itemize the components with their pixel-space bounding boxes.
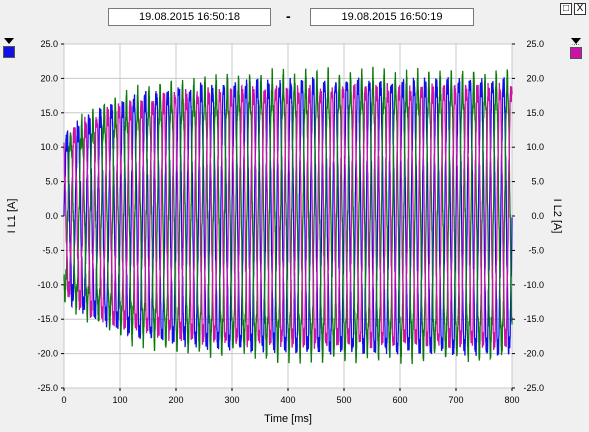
left-y-axis: 25.0 20.0 15.0 10.0 5.0 0.0 -5.0 -10.0 -15.0 -20.… bbox=[37, 39, 64, 393]
range-separator: - bbox=[286, 8, 291, 24]
left-tick-label: 0.0 bbox=[45, 211, 58, 221]
series-layer bbox=[63, 66, 513, 365]
chart: 25.0 20.0 15.0 10.0 5.0 0.0 -5.0 -10.0 -15.0 -20.… bbox=[6, 39, 563, 425]
x-tick-label: 600 bbox=[392, 395, 407, 405]
x-tick-label: 800 bbox=[504, 395, 519, 405]
right-tick-label: 15.0 bbox=[526, 108, 544, 118]
right-tick-label: 0.0 bbox=[531, 211, 544, 221]
left-tick-label: 10.0 bbox=[40, 142, 58, 152]
right-tick-label: 25.0 bbox=[526, 39, 544, 49]
series2-color-swatch bbox=[570, 47, 582, 59]
maximize-button[interactable]: □ bbox=[560, 3, 572, 15]
left-tick-label: -10.0 bbox=[37, 280, 58, 290]
x-tick-label: 0 bbox=[61, 395, 66, 405]
right-tick-label: -10.0 bbox=[523, 280, 544, 290]
x-tick-label: 700 bbox=[448, 395, 463, 405]
x-tick-label: 300 bbox=[224, 395, 239, 405]
series1-color-swatch bbox=[3, 46, 15, 58]
right-tick-label: -20.0 bbox=[523, 349, 544, 359]
end-time-field[interactable]: 19.08.2015 16:50:19 bbox=[310, 8, 474, 26]
right-y-axis-label: I L2 [A] bbox=[551, 199, 563, 234]
right-tick-label: 10.0 bbox=[526, 142, 544, 152]
left-tick-label: -20.0 bbox=[37, 349, 58, 359]
start-time-field[interactable]: 19.08.2015 16:50:18 bbox=[108, 8, 271, 26]
right-tick-label: 20.0 bbox=[526, 73, 544, 83]
left-tick-label: -5.0 bbox=[42, 245, 58, 255]
x-tick-label: 100 bbox=[112, 395, 127, 405]
left-tick-label: -25.0 bbox=[37, 383, 58, 393]
left-tick-label: -15.0 bbox=[37, 314, 58, 324]
right-y-axis: 25.0 20.0 15.0 10.0 5.0 0.0 -5.0 -10.0 -15.0 -20.… bbox=[512, 39, 544, 393]
dropdown-arrow-icon[interactable] bbox=[571, 38, 581, 45]
dropdown-arrow-icon[interactable] bbox=[4, 38, 14, 44]
left-tick-label: 15.0 bbox=[40, 108, 58, 118]
x-tick-label: 200 bbox=[168, 395, 183, 405]
left-y-axis-label: I L1 [A] bbox=[6, 199, 18, 234]
close-button[interactable]: X bbox=[574, 3, 586, 15]
x-tick-label: 500 bbox=[336, 395, 351, 405]
x-tick-label: 400 bbox=[280, 395, 295, 405]
right-tick-label: 5.0 bbox=[531, 177, 544, 187]
right-tick-label: -5.0 bbox=[528, 245, 544, 255]
left-tick-label: 5.0 bbox=[45, 177, 58, 187]
right-tick-label: -15.0 bbox=[523, 314, 544, 324]
left-series-picker[interactable] bbox=[3, 38, 15, 58]
right-series-picker[interactable] bbox=[570, 38, 582, 59]
left-tick-label: 20.0 bbox=[40, 73, 58, 83]
x-axis-label: Time [ms] bbox=[264, 413, 312, 425]
left-tick-label: 25.0 bbox=[40, 39, 58, 49]
right-tick-label: -25.0 bbox=[523, 383, 544, 393]
x-axis: 0 100 200 300 400 500 600 700 800 bbox=[61, 388, 520, 405]
